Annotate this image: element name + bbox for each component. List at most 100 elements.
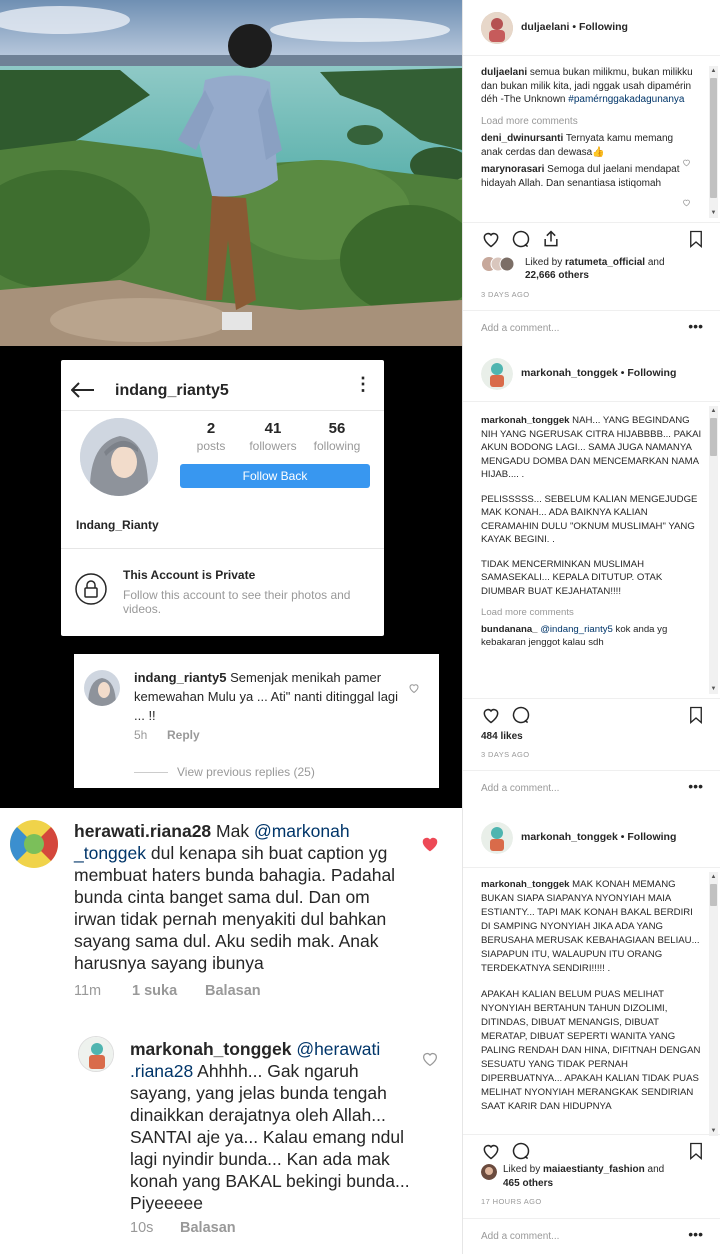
caption-username[interactable]: markonah_tonggek <box>481 879 570 890</box>
comment-username[interactable]: marynorasari <box>481 164 544 175</box>
following-stat[interactable]: 56 following <box>307 420 367 453</box>
scroll-up-icon[interactable]: ▲ <box>710 408 717 414</box>
scroll-thumb[interactable] <box>710 78 717 198</box>
comment-username[interactable]: herawati.riana28 <box>74 821 211 841</box>
scroll-down-icon[interactable]: ▼ <box>710 686 717 692</box>
comment-username[interactable]: markonah_tonggek <box>130 1039 291 1059</box>
liked-by-user[interactable]: maiaestianty_fashion <box>543 1164 645 1175</box>
bookmark-icon[interactable] <box>687 229 705 249</box>
avatar[interactable] <box>84 670 120 706</box>
caption-paragraph: PELISSSSS... SEBELUM KALIAN MENGEJUDGE M… <box>481 493 698 546</box>
avatar[interactable] <box>10 820 58 868</box>
comment: markonah_tonggek @herawati .riana28 Ahhh… <box>130 1038 410 1214</box>
heart-filled-icon[interactable] <box>421 836 439 852</box>
like-heart-icon[interactable] <box>481 1141 501 1161</box>
liker-avatars <box>481 256 517 272</box>
load-more-comments[interactable]: Load more comments <box>481 606 703 620</box>
private-title: This Account is Private <box>123 568 256 582</box>
reply-button[interactable]: Balasan <box>180 1220 236 1236</box>
liker-avatar[interactable] <box>481 1164 497 1180</box>
post-username[interactable]: markonah_tonggek • Following <box>521 831 676 843</box>
likes-count[interactable]: 22,666 others <box>525 270 589 281</box>
liked-by-user[interactable]: ratumeta_official <box>565 257 645 268</box>
scroll-down-icon[interactable]: ▼ <box>710 210 717 216</box>
scrollbar[interactable]: ▲ ▼ <box>709 66 718 218</box>
caption-hashtag[interactable]: #pamérnggakadagunanya <box>568 94 684 105</box>
scroll-up-icon[interactable]: ▲ <box>710 874 717 880</box>
comment-bubble-icon[interactable] <box>511 705 531 725</box>
caption-username[interactable]: markonah_tonggek <box>481 415 570 426</box>
heart-outline-icon[interactable] <box>422 1052 438 1066</box>
post-timestamp: 3 DAYS AGO <box>481 290 530 299</box>
comment-username[interactable]: indang_rianty5 <box>134 670 226 685</box>
comment-bubble-icon[interactable] <box>511 1141 531 1161</box>
comment: deni_dwinursanti Ternyata kamu memang an… <box>481 132 703 159</box>
comment-bubble-icon[interactable] <box>511 229 531 249</box>
comments-section[interactable]: markonah_tonggek MAK KONAH MEMANG BUKAN … <box>463 878 720 1136</box>
comment-likes[interactable]: 1 suka <box>132 983 177 999</box>
scroll-thumb[interactable] <box>710 884 717 906</box>
caption-paragraph: TIDAK MENCERMINKAN MUSLIMAH SAMASEKALI..… <box>481 558 663 597</box>
following-status[interactable]: Following <box>579 21 628 33</box>
add-comment-input[interactable]: Add a comment... <box>481 783 559 794</box>
scroll-up-icon[interactable]: ▲ <box>710 68 717 74</box>
avatar[interactable] <box>481 358 513 390</box>
comment-username[interactable]: deni_dwinursanti <box>481 133 563 144</box>
lock-icon <box>75 573 107 605</box>
caption-paragraph: APAKAH KALIAN BELUM PUAS MELIHAT NYONYIA… <box>481 989 701 1112</box>
caption-text: MAK KONAH MEMANG BUKAN SIAPA SIAPANYA NY… <box>481 879 700 974</box>
post-username[interactable]: duljaelani • Following <box>521 21 628 33</box>
following-status[interactable]: Following <box>627 831 676 843</box>
scrollbar[interactable]: ▲ ▼ <box>709 872 718 1136</box>
share-icon[interactable] <box>541 229 561 249</box>
likes-count[interactable]: 465 others <box>503 1178 553 1189</box>
more-options-icon[interactable]: ••• <box>688 318 703 334</box>
add-comment-input[interactable]: Add a comment... <box>481 323 559 334</box>
comment: herawati.riana28 Mak @markonah _tonggek … <box>74 820 404 974</box>
more-options-icon[interactable]: ••• <box>688 778 703 794</box>
following-status[interactable]: Following <box>627 367 676 379</box>
more-options-icon[interactable]: ••• <box>688 1226 703 1242</box>
arrow-left-icon[interactable] <box>71 382 95 398</box>
likes-count[interactable]: 484 likes <box>481 731 523 742</box>
avatar[interactable] <box>481 12 513 44</box>
comment-time: 10s <box>130 1220 154 1236</box>
followers-stat[interactable]: 41 followers <box>243 420 303 453</box>
menu-dots-icon[interactable]: ⋮ <box>354 375 372 393</box>
reply-button[interactable]: Reply <box>167 728 200 742</box>
comment-username[interactable]: bundanana_ <box>481 624 538 635</box>
scroll-thumb[interactable] <box>710 418 717 456</box>
like-heart-icon[interactable] <box>481 705 501 725</box>
avatar[interactable] <box>481 822 513 854</box>
profile-username: indang_rianty5 <box>115 382 229 399</box>
posts-stat[interactable]: 2 posts <box>191 420 231 453</box>
scrollbar[interactable]: ▲ ▼ <box>709 406 718 694</box>
post-timestamp: 17 HOURS AGO <box>481 1197 542 1206</box>
add-comment-input[interactable]: Add a comment... <box>481 1231 559 1242</box>
avatar[interactable] <box>78 1036 114 1072</box>
screenshot-panel: indang_rianty5 ⋮ 2 posts 41 followers 56… <box>0 346 462 808</box>
bookmark-icon[interactable] <box>687 705 705 725</box>
add-comment-row: Add a comment... ••• <box>463 310 720 346</box>
reply-button[interactable]: Balasan <box>205 983 261 999</box>
comments-section[interactable]: duljaelani semua bukan milikmu, bukan mi… <box>463 66 720 218</box>
follow-back-button[interactable]: Follow Back <box>180 464 370 488</box>
post-username[interactable]: markonah_tonggek • Following <box>521 367 676 379</box>
profile-avatar[interactable] <box>80 418 158 496</box>
comment-card: indang_rianty5 Semenjak menikah pamer ke… <box>74 654 439 788</box>
view-replies-link[interactable]: View previous replies (25) <box>177 765 315 779</box>
heart-outline-icon[interactable] <box>682 198 691 207</box>
load-more-comments[interactable]: Load more comments <box>481 115 703 129</box>
comment: bundanana_ @indang_rianty5 kok anda yg k… <box>481 623 703 650</box>
comment-mention[interactable]: @indang_rianty5 <box>540 624 613 635</box>
profile-card: indang_rianty5 ⋮ 2 posts 41 followers 56… <box>61 360 384 636</box>
comment-thread: herawati.riana28 Mak @markonah _tonggek … <box>0 808 462 1254</box>
action-bar <box>463 222 720 258</box>
like-heart-icon[interactable] <box>481 229 501 249</box>
post-panel-1: duljaelani • Following duljaelani semua … <box>462 0 720 346</box>
bookmark-icon[interactable] <box>687 1141 705 1161</box>
heart-outline-icon[interactable] <box>408 682 420 694</box>
comments-section[interactable]: markonah_tonggek NAH... YANG BEGINDANG N… <box>463 414 720 694</box>
caption-username[interactable]: duljaelani <box>481 67 527 78</box>
heart-outline-icon[interactable] <box>682 158 691 167</box>
